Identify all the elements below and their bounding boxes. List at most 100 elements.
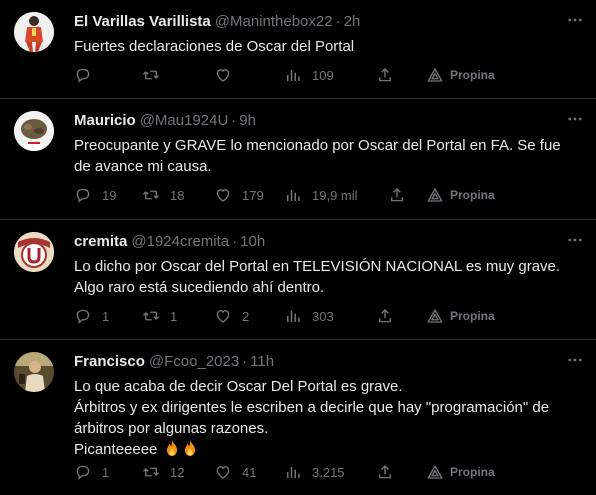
view-count: 3.215 xyxy=(312,464,345,480)
promote-button[interactable]: Propina xyxy=(426,306,495,326)
share-button[interactable] xyxy=(376,306,394,326)
promote-button[interactable]: Propina xyxy=(426,185,495,205)
timestamp[interactable]: 10h xyxy=(240,233,265,250)
promote-label: Propina xyxy=(450,68,495,82)
fire-emoji-icon xyxy=(184,440,195,456)
tweet-text-line: Lo dicho por Oscar del Portal en TELEVIS… xyxy=(74,258,561,275)
separator-dot: · xyxy=(335,12,341,30)
tweet-card[interactable]: cremita @1924cremita · 10h Lo dicho por … xyxy=(0,220,596,340)
timestamp[interactable]: 2h xyxy=(344,13,361,30)
more-dots-icon[interactable] xyxy=(564,229,586,251)
views-chart-icon xyxy=(287,189,300,201)
user-handle[interactable]: @Maninthebox22 xyxy=(215,13,333,30)
more-dots-icon[interactable] xyxy=(564,108,586,130)
tweet-actions: 1 1 2 303 Propina xyxy=(74,306,584,326)
display-name[interactable]: Francisco xyxy=(74,353,145,370)
share-button[interactable] xyxy=(376,65,394,85)
tweet-text-line: Picanteeeee xyxy=(74,441,158,458)
more-dots-icon[interactable] xyxy=(564,9,586,31)
tweet-text-line-emoji: Picanteeeee xyxy=(74,439,584,460)
tweet-card[interactable]: El Varillas Varillista @Maninthebox22 · … xyxy=(0,0,596,99)
promote-button[interactable]: Propina xyxy=(426,65,495,85)
views-button[interactable]: 19,9 mil xyxy=(284,185,358,205)
views-button[interactable]: 109 xyxy=(284,65,334,85)
retweet-count: 12 xyxy=(170,464,185,480)
like-button[interactable]: 2 xyxy=(214,306,249,326)
share-button[interactable] xyxy=(376,462,394,482)
tweet-header: cremita @1924cremita · 10h xyxy=(74,230,584,252)
heart-icon xyxy=(216,189,230,202)
like-button[interactable] xyxy=(214,65,242,85)
share-icon xyxy=(391,188,403,202)
retweet-button[interactable] xyxy=(142,65,170,85)
tweet-feed: El Varillas Varillista @Maninthebox22 · … xyxy=(0,0,596,495)
heart-icon xyxy=(216,466,230,479)
tweet-text-line: Fuertes declaraciones de Oscar del Porta… xyxy=(74,38,355,55)
tweet-text: Preocupante y GRAVE lo mencionado por Os… xyxy=(74,135,584,177)
avatar[interactable] xyxy=(14,232,54,272)
user-handle[interactable]: @1924cremita xyxy=(131,233,229,250)
promote-triangle-icon xyxy=(427,188,443,202)
separator-dot: · xyxy=(242,352,248,370)
retweet-icon xyxy=(143,311,159,321)
more-dots-icon[interactable] xyxy=(564,349,586,371)
reply-count: 1 xyxy=(102,464,110,480)
user-handle[interactable]: @Fcoo_2023 xyxy=(149,353,239,370)
share-button[interactable] xyxy=(388,185,406,205)
like-count: 2 xyxy=(242,308,250,324)
share-icon xyxy=(379,309,391,323)
avatar[interactable] xyxy=(14,111,54,151)
view-count: 303 xyxy=(312,308,334,324)
tweet-text-line: Árbitros y ex dirigentes le escriben a d… xyxy=(74,399,550,416)
tweet-card[interactable]: Francisco @Fcoo_2023 · 11h Lo que acaba … xyxy=(0,340,596,495)
tweet-text-line: de avance mi causa. xyxy=(74,158,212,175)
like-button[interactable]: 179 xyxy=(214,185,264,205)
reply-button[interactable] xyxy=(74,65,102,85)
reply-icon xyxy=(76,68,90,83)
tweet-text-line: árbitros por algunas razones. xyxy=(74,420,269,437)
reply-button[interactable]: 1 xyxy=(74,306,109,326)
display-name[interactable]: Mauricio xyxy=(74,112,136,129)
like-count: 179 xyxy=(242,187,264,203)
tweet-text-line: Algo raro está sucediendo ahí dentro. xyxy=(74,279,325,296)
retweet-button[interactable]: 1 xyxy=(142,306,177,326)
views-button[interactable]: 3.215 xyxy=(284,462,345,482)
tweet-header: Mauricio @Mau1924U · 9h xyxy=(74,109,584,131)
tweet-text-line: Lo que acaba de decir Oscar Del Portal e… xyxy=(74,378,403,395)
promote-triangle-icon xyxy=(427,465,443,479)
tweet-actions: 109 Propina xyxy=(74,65,584,85)
timestamp[interactable]: 11h xyxy=(250,353,274,370)
tweet-text-line: Preocupante y GRAVE lo mencionado por Os… xyxy=(74,137,561,154)
user-handle[interactable]: @Mau1924U xyxy=(140,112,229,129)
retweet-icon xyxy=(143,190,159,200)
avatar[interactable] xyxy=(14,352,54,392)
reply-icon xyxy=(76,465,90,480)
fire-emoji-icon xyxy=(166,440,177,456)
views-chart-icon xyxy=(287,69,300,81)
view-count: 19,9 mil xyxy=(312,187,358,203)
display-name[interactable]: El Varillas Varillista xyxy=(74,13,211,30)
promote-triangle-icon xyxy=(427,309,443,323)
tweet-text: Lo dicho por Oscar del Portal en TELEVIS… xyxy=(74,256,584,298)
tweet-header: El Varillas Varillista @Maninthebox22 · … xyxy=(74,10,584,32)
tweet-card[interactable]: Mauricio @Mau1924U · 9h Preocupante y GR… xyxy=(0,99,596,220)
avatar[interactable] xyxy=(14,12,54,52)
promote-label: Propina xyxy=(450,465,495,479)
share-icon xyxy=(379,68,391,82)
promote-button[interactable]: Propina xyxy=(426,462,495,482)
reply-button[interactable]: 19 xyxy=(74,185,116,205)
reply-count: 19 xyxy=(102,187,117,203)
retweet-button[interactable]: 18 xyxy=(142,185,184,205)
promote-triangle-icon xyxy=(427,68,443,82)
retweet-icon xyxy=(143,467,159,477)
retweet-icon xyxy=(143,70,159,80)
display-name[interactable]: cremita xyxy=(74,233,127,250)
like-button[interactable]: 41 xyxy=(214,462,256,482)
reply-icon xyxy=(76,309,90,324)
retweet-button[interactable]: 12 xyxy=(142,462,184,482)
separator-dot: · xyxy=(231,111,237,129)
reply-count: 1 xyxy=(102,308,110,324)
views-button[interactable]: 303 xyxy=(284,306,334,326)
timestamp[interactable]: 9h xyxy=(239,112,256,129)
reply-button[interactable]: 1 xyxy=(74,462,109,482)
